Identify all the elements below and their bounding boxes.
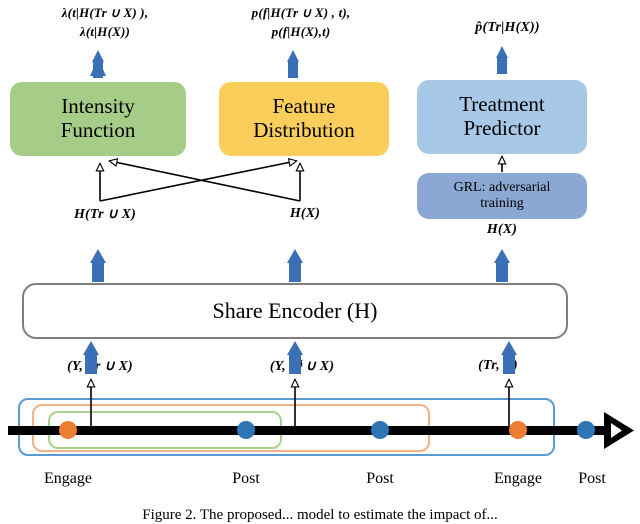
timeline-label-0: Engage [44, 470, 92, 487]
module-intensity-line2: Function [60, 118, 136, 142]
figure-caption: Figure 2. The proposed... model to estim… [142, 507, 498, 523]
timeline-label-2: Post [366, 470, 394, 487]
feature-output-line2: p(f|H(X),t) [271, 23, 331, 39]
module-intensity-line1: Intensity [61, 94, 135, 119]
treatment-output-formula: p̂(Tr|H(X)) [415, 18, 600, 38]
arrow-intensity-output [90, 58, 106, 78]
feature-output-line1: p(f|H(Tr ∪ X) , t), [251, 5, 351, 20]
arrow-intensity-output-body [92, 50, 104, 78]
hidden-label-h-tr-union-x: H(Tr ∪ X) [73, 207, 137, 222]
module-feature-line2: Distribution [253, 118, 355, 142]
arrow-feature-output [287, 50, 299, 78]
timeline-label-1: Post [232, 470, 260, 487]
intensity-output-line2: λ(t|H(X)) [79, 23, 131, 39]
module-feature-line1: Feature [272, 94, 336, 119]
input-label-y-tr-union-x: (Y, Tr ∪ X) [67, 359, 133, 374]
input-label-tr-x: (Tr, X) [478, 358, 518, 373]
module-grl-line1: GRL: adversarial [453, 180, 551, 196]
timeline-label-4: Post [578, 470, 606, 487]
input-label-y-empty-union-x: (Y, ∅ ∪ X) [269, 359, 335, 374]
share-encoder-label: Share Encoder (H) [212, 298, 378, 323]
timeline-axis [8, 426, 608, 435]
module-treatment-predictor[interactable]: Treatment Predictor [417, 80, 587, 154]
module-intensity-function[interactable]: Intensity Function [10, 82, 186, 156]
module-treatment-line2: Predictor [463, 116, 541, 140]
arrow-encoder-to-feature [287, 249, 303, 282]
feature-output-formula: p(f|H(Tr ∪ X) , t), p(f|H(X),t) [206, 4, 396, 42]
module-grl-adversarial-training[interactable]: GRL: adversarial training [417, 173, 587, 219]
arrow-treatment-output [496, 46, 508, 74]
figure-canvas: λ(t|H(Tr ∪ X) ), λ(t|H(X)) p(f|H(Tr ∪ X)… [0, 0, 640, 523]
arrow-encoder-to-grl [494, 249, 510, 282]
arrow-encoder-to-intensity [90, 249, 106, 282]
share-encoder-box[interactable]: Share Encoder (H) [22, 283, 568, 339]
timeline-end-arrowhead [604, 412, 634, 449]
module-treatment-line1: Treatment [459, 92, 545, 117]
intensity-output-line1: λ(t|H(Tr ∪ X) ), [61, 5, 149, 20]
arrow-h-tru-to-feature [99, 161, 296, 202]
arrow-hx-to-intensity [110, 161, 301, 202]
module-grl-line2: training [480, 196, 524, 211]
hidden-label-h-x: H(X) [289, 206, 321, 221]
treatment-output-line1: p̂(Tr|H(X)) [475, 20, 540, 35]
grl-input-label: H(X) [486, 222, 518, 237]
intensity-output-formula: λ(t|H(Tr ∪ X) ), λ(t|H(X)) [0, 4, 210, 42]
module-feature-distribution[interactable]: Feature Distribution [219, 82, 389, 156]
